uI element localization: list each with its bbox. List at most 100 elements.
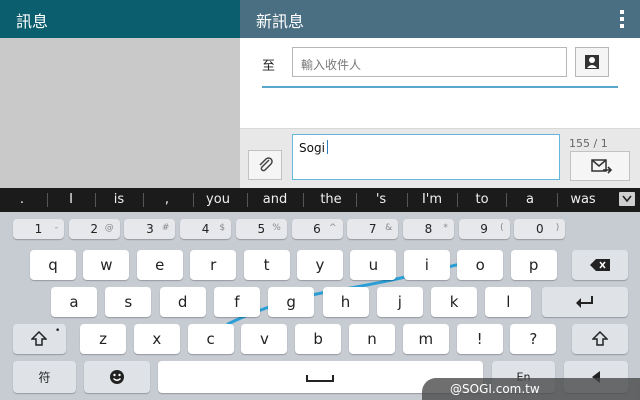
suggestion-item[interactable]: , — [154, 188, 180, 212]
key-label: ? — [529, 330, 538, 348]
suggestion-item[interactable]: I'm — [414, 188, 450, 212]
suggestion-item[interactable]: and — [252, 188, 298, 212]
letter-key[interactable]: e — [136, 250, 183, 280]
key-label: b — [313, 330, 323, 348]
letter-key[interactable]: r — [190, 250, 237, 280]
send-button[interactable] — [570, 151, 630, 181]
shift-key[interactable]: • — [13, 324, 66, 354]
suggestion-divider — [303, 193, 304, 207]
number-key[interactable]: 4 $ — [180, 219, 232, 239]
conversation-list-panel — [0, 38, 240, 188]
letter-key[interactable]: x — [133, 324, 180, 354]
key-secondary-label: ( — [500, 223, 504, 233]
key-label: n — [367, 330, 377, 348]
suggestion-item[interactable]: the — [311, 188, 351, 212]
letter-key[interactable]: v — [241, 324, 288, 354]
key-secondary-label: # — [161, 223, 170, 233]
collapse-suggestions-button[interactable] — [619, 192, 635, 206]
suggestion-item[interactable]: is — [104, 188, 134, 212]
shift-arrow-icon — [31, 331, 47, 346]
number-key[interactable]: 7 & — [347, 219, 399, 239]
key-label: o — [475, 256, 485, 274]
smiley-icon — [110, 370, 124, 384]
letter-key[interactable]: o — [457, 250, 504, 280]
suggestion-divider — [556, 193, 558, 207]
key-label: f — [234, 293, 240, 311]
attach-button[interactable] — [248, 150, 282, 180]
contacts-button[interactable] — [575, 47, 609, 77]
key-secondary-label: @ — [104, 223, 114, 233]
letter-key[interactable]: d — [159, 287, 206, 317]
letter-key[interactable]: c — [187, 324, 234, 354]
number-key[interactable]: 2 @ — [68, 219, 120, 239]
key-label: v — [259, 330, 269, 348]
suggestion-item[interactable]: a — [518, 188, 542, 212]
enter-icon — [576, 296, 593, 308]
suggestion-item[interactable]: was — [563, 188, 603, 212]
key-label: w — [100, 256, 113, 274]
number-key[interactable]: 5% — [235, 219, 287, 239]
letter-key[interactable]: q — [30, 250, 76, 280]
letter-key[interactable]: f — [213, 287, 260, 317]
number-key[interactable]: 1- — [13, 219, 64, 239]
key-label: s — [124, 293, 133, 311]
shift-key-right[interactable] — [572, 324, 628, 354]
contact-icon — [585, 55, 599, 69]
letter-key[interactable]: k — [431, 287, 478, 317]
conversation-list-header: 訊息 — [0, 0, 240, 38]
letter-key[interactable]: l — [485, 287, 532, 317]
letter-key[interactable]: h — [322, 287, 369, 317]
key-label: m — [418, 330, 434, 348]
letter-key[interactable]: ! — [456, 324, 503, 354]
text-caret — [326, 140, 328, 154]
key-label: ! — [476, 330, 483, 348]
symbol-key[interactable]: 符 — [13, 361, 76, 393]
number-key[interactable]: 9( — [458, 219, 510, 239]
key-label: t — [263, 256, 270, 274]
enter-key[interactable] — [542, 287, 628, 317]
suggestion-item[interactable]: . — [9, 188, 35, 212]
backspace-key[interactable] — [572, 250, 628, 280]
suggestion-item[interactable]: I — [58, 188, 84, 212]
letter-key[interactable]: i — [403, 250, 450, 280]
letter-key[interactable]: y — [297, 250, 343, 280]
letter-key[interactable]: g — [268, 287, 315, 317]
key-label: d — [177, 293, 188, 311]
key-label: q — [48, 256, 58, 274]
number-key[interactable]: 0) — [514, 219, 566, 239]
letter-key[interactable]: t — [243, 250, 290, 280]
suggestion-item[interactable]: you — [196, 188, 240, 212]
number-key[interactable]: 6 ^ — [291, 219, 343, 239]
emoji-key[interactable] — [84, 361, 150, 393]
recipient-input[interactable]: 輸入收件人 — [292, 47, 567, 77]
letter-key[interactable]: a — [51, 287, 97, 317]
message-input[interactable]: Sogi — [292, 134, 560, 180]
letter-key[interactable]: s — [105, 287, 152, 317]
letter-key[interactable]: m — [402, 324, 449, 354]
backspace-icon — [590, 259, 610, 271]
key-secondary-label: - — [54, 223, 58, 233]
letter-key[interactable]: u — [350, 250, 397, 280]
letter-key[interactable]: z — [80, 324, 126, 354]
number-key[interactable]: 3 # — [124, 219, 176, 239]
suggestion-divider — [143, 193, 144, 207]
recipient-divider — [262, 86, 618, 88]
key-label: r — [210, 256, 217, 274]
more-options-icon[interactable] — [620, 10, 624, 28]
symbol-key-label: 符 — [38, 370, 51, 385]
key-secondary-label: % — [272, 223, 281, 233]
key-secondary-label: ) — [555, 223, 560, 233]
number-key[interactable]: 8 * — [402, 219, 454, 239]
letter-key[interactable]: j — [376, 287, 423, 317]
letter-key[interactable]: b — [295, 324, 342, 354]
letter-key[interactable]: w — [83, 250, 130, 280]
key-label: e — [155, 256, 165, 274]
letter-key[interactable]: n — [349, 324, 395, 354]
letter-key[interactable]: p — [510, 250, 557, 280]
suggestion-item[interactable]: to — [467, 188, 497, 212]
suggestion-divider — [506, 193, 507, 207]
suggestion-item[interactable]: 's — [367, 188, 395, 212]
letter-key[interactable]: ? — [510, 324, 557, 354]
key-label: k — [449, 293, 459, 311]
suggestion-divider — [406, 193, 408, 207]
